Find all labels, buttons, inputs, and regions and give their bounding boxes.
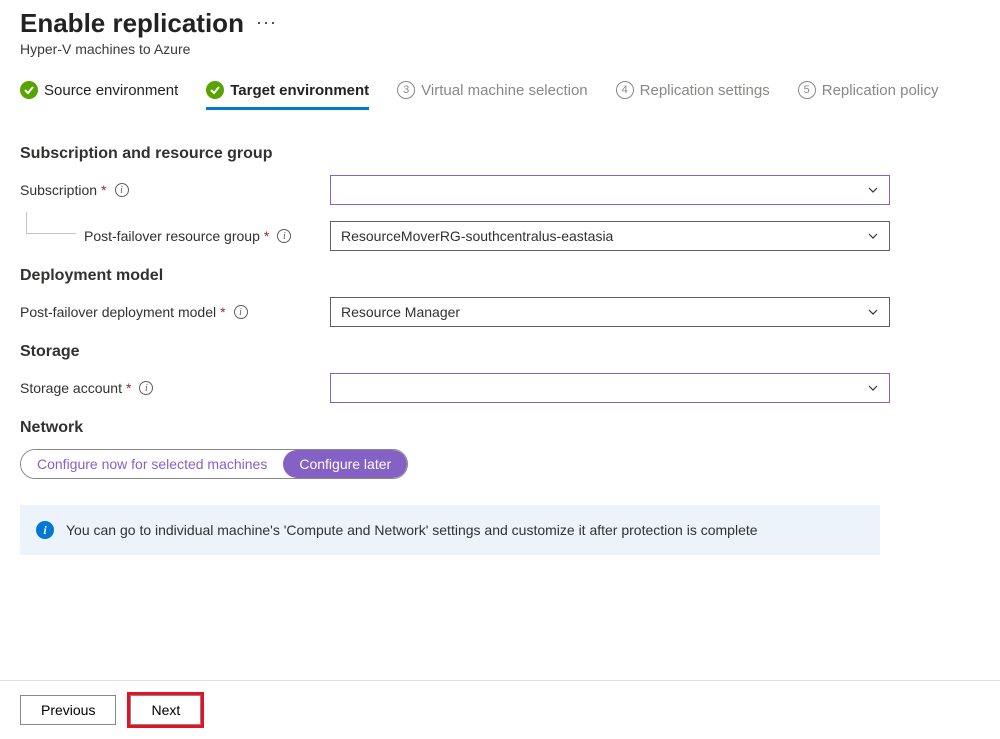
- page-subtitle: Hyper-V machines to Azure: [0, 41, 1000, 75]
- previous-button[interactable]: Previous: [20, 695, 116, 725]
- chevron-down-icon: [867, 230, 879, 242]
- deployment-model-dropdown[interactable]: Resource Manager: [330, 297, 890, 327]
- dropdown-value: ResourceMoverRG-southcentralus-eastasia: [341, 228, 613, 244]
- subscription-label: Subscription * i: [20, 182, 330, 198]
- step-replication-settings[interactable]: 4 Replication settings: [616, 75, 770, 109]
- section-deployment-heading: Deployment model: [20, 267, 980, 285]
- info-icon[interactable]: i: [115, 183, 129, 197]
- chevron-down-icon: [867, 184, 879, 196]
- info-icon: i: [36, 521, 54, 539]
- wizard-footer: Previous Next: [0, 680, 1000, 739]
- storage-account-dropdown[interactable]: [330, 373, 890, 403]
- check-icon: [206, 81, 224, 99]
- info-icon[interactable]: i: [277, 229, 291, 243]
- step-label: Source environment: [44, 82, 178, 99]
- chevron-down-icon: [867, 306, 879, 318]
- dropdown-value: Resource Manager: [341, 304, 460, 320]
- info-message: You can go to individual machine's 'Comp…: [66, 522, 758, 538]
- wizard-steps: Source environment Target environment 3 …: [0, 75, 1000, 115]
- resource-group-label: Post-failover resource group * i: [20, 228, 330, 244]
- more-actions-button[interactable]: ···: [256, 13, 277, 35]
- step-label: Target environment: [230, 82, 369, 99]
- next-button[interactable]: Next: [130, 695, 201, 725]
- step-number-icon: 3: [397, 81, 415, 99]
- tree-connector-icon: [26, 212, 76, 234]
- step-label: Replication policy: [822, 82, 939, 99]
- step-number-icon: 4: [616, 81, 634, 99]
- step-source-environment[interactable]: Source environment: [20, 75, 178, 109]
- info-banner: i You can go to individual machine's 'Co…: [20, 505, 880, 555]
- required-indicator: *: [264, 228, 269, 244]
- toggle-configure-later[interactable]: Configure later: [283, 450, 407, 478]
- step-label: Virtual machine selection: [421, 82, 587, 99]
- info-icon[interactable]: i: [139, 381, 153, 395]
- deployment-model-label: Post-failover deployment model * i: [20, 304, 330, 320]
- toggle-configure-now[interactable]: Configure now for selected machines: [21, 450, 283, 478]
- chevron-down-icon: [867, 382, 879, 394]
- section-subscription-heading: Subscription and resource group: [20, 145, 980, 163]
- step-label: Replication settings: [640, 82, 770, 99]
- subscription-dropdown[interactable]: [330, 175, 890, 205]
- step-vm-selection[interactable]: 3 Virtual machine selection: [397, 75, 587, 109]
- storage-account-label: Storage account * i: [20, 380, 330, 396]
- step-number-icon: 5: [798, 81, 816, 99]
- info-icon[interactable]: i: [234, 305, 248, 319]
- network-config-toggle: Configure now for selected machines Conf…: [20, 449, 408, 479]
- step-target-environment[interactable]: Target environment: [206, 75, 369, 109]
- step-replication-policy[interactable]: 5 Replication policy: [798, 75, 939, 109]
- required-indicator: *: [220, 304, 225, 320]
- required-indicator: *: [101, 182, 106, 198]
- section-storage-heading: Storage: [20, 343, 980, 361]
- resource-group-dropdown[interactable]: ResourceMoverRG-southcentralus-eastasia: [330, 221, 890, 251]
- check-icon: [20, 81, 38, 99]
- page-title: Enable replication: [20, 8, 244, 39]
- required-indicator: *: [126, 380, 131, 396]
- section-network-heading: Network: [20, 419, 980, 437]
